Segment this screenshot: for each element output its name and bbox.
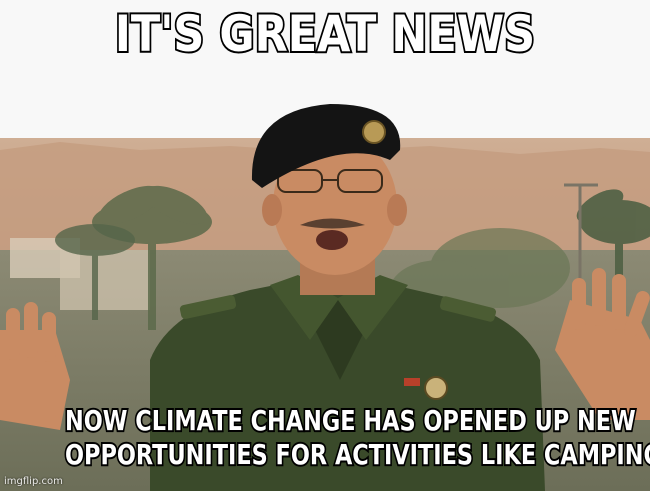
bottom-caption: NOW CLIMATE CHANGE HAS OPENED UP NEW OPP… <box>63 402 650 473</box>
imgflip-watermark: imgflip.com <box>4 476 63 487</box>
mouth <box>316 230 348 250</box>
ear <box>387 194 407 226</box>
photo-building <box>60 250 150 310</box>
badge-icon <box>424 376 448 400</box>
bottom-caption-line-1: NOW CLIMATE CHANGE HAS OPENED UP NEW <box>63 402 637 439</box>
ribbon-icon <box>404 378 420 386</box>
top-caption: IT'S GREAT NEWS <box>113 3 537 65</box>
beret-badge-icon <box>362 120 386 144</box>
bottom-caption-line-2: OPPORTUNITIES FOR ACTIVITIES LIKE CAMPIN… <box>63 436 650 473</box>
meme-canvas: IT'S GREAT NEWS NOW CLIMATE CHANGE HAS O… <box>0 0 650 491</box>
ear <box>262 194 282 226</box>
